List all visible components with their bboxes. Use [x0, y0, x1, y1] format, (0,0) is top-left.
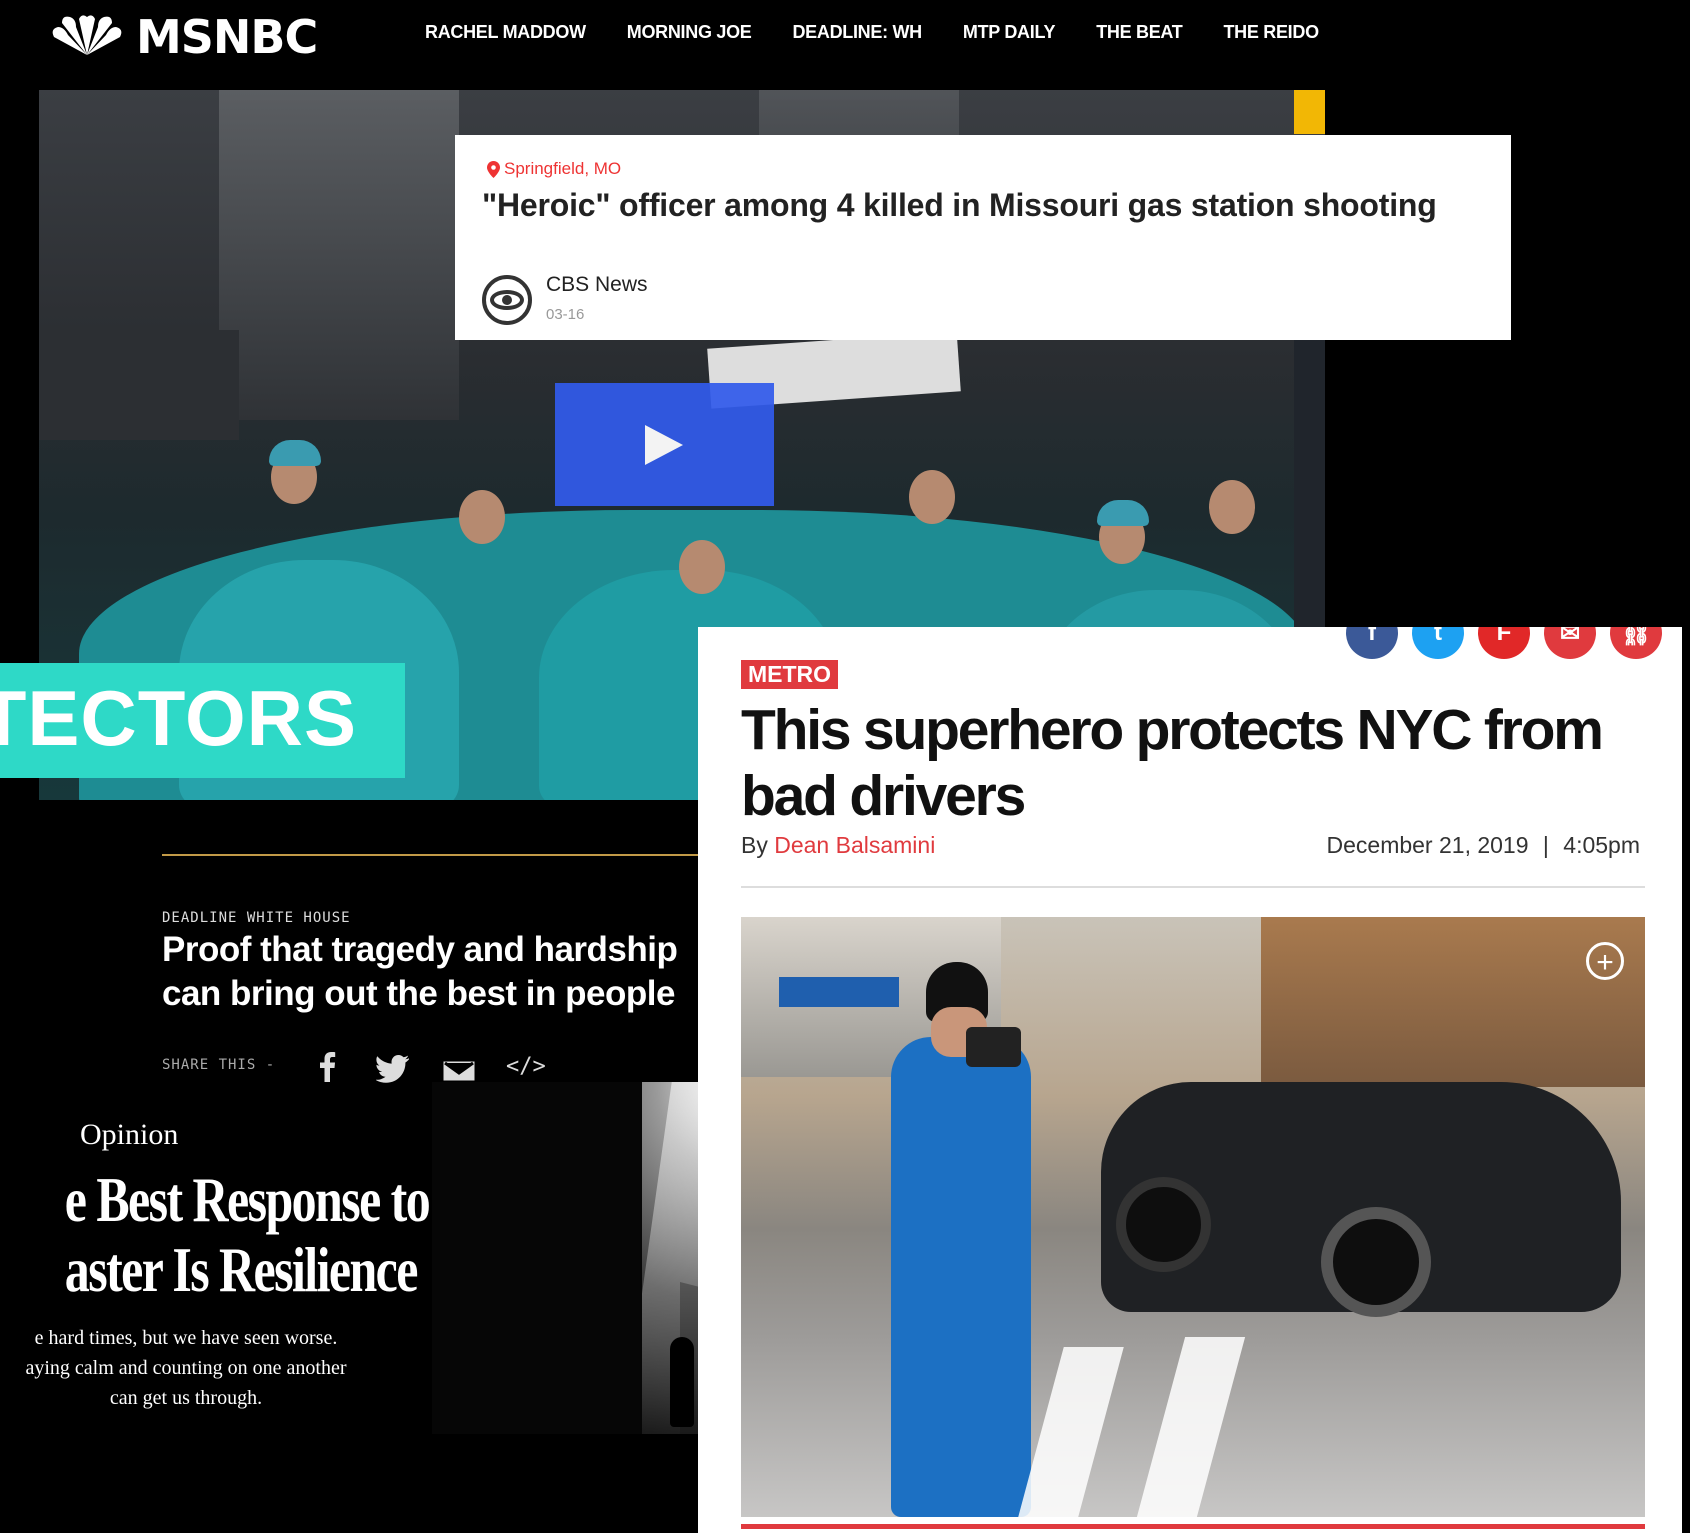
flipboard-icon[interactable]: F: [1478, 627, 1530, 659]
location-tag: Springfield, MO: [487, 159, 621, 179]
crosswalk-stripe: [1136, 1337, 1246, 1517]
front-wheel: [1116, 1177, 1211, 1272]
location-text: Springfield, MO: [504, 159, 622, 178]
email-icon[interactable]: ✉: [1544, 627, 1596, 659]
show-kicker[interactable]: DEADLINE WHITE HOUSE: [162, 910, 351, 926]
photo-underline: [741, 1524, 1645, 1529]
summary-line3: can get us through.: [109, 1387, 263, 1409]
scrub-cap: [269, 440, 321, 466]
source-name: CBS News: [546, 273, 648, 296]
person-head: [459, 490, 505, 544]
nav-the-reidout[interactable]: THE REIDO: [1223, 22, 1319, 43]
peacock-icon: [52, 15, 122, 56]
protectors-banner: OTECTORS: [0, 663, 405, 778]
store-sign: [779, 977, 899, 1007]
byline-divider: [741, 886, 1645, 888]
source-date: 03-16: [546, 306, 585, 323]
cbs-headline[interactable]: "Heroic" officer among 4 killed in Misso…: [482, 187, 1437, 224]
facebook-icon[interactable]: f: [1346, 627, 1398, 659]
runner-silhouette: [670, 1337, 694, 1427]
nav-the-beat[interactable]: THE BEAT: [1096, 22, 1183, 43]
nav-deadline-wh[interactable]: DEADLINE: WH: [792, 22, 922, 43]
author-link[interactable]: Dean Balsamini: [774, 832, 935, 858]
cbs-eye-icon: [482, 275, 532, 325]
nav-rachel-maddow[interactable]: RACHEL MADDOW: [425, 22, 586, 43]
twitter-icon[interactable]: t: [1412, 627, 1464, 659]
person-head: [679, 540, 725, 594]
msnbc-wordmark: MSNBC: [136, 10, 318, 64]
email-icon[interactable]: [442, 1060, 476, 1082]
msnbc-logo[interactable]: MSNBC: [48, 10, 318, 64]
rear-wheel: [1321, 1207, 1431, 1317]
bookshelf-strip: [1294, 340, 1325, 640]
opinion-headline-line2: aster Is Resilience: [64, 1234, 419, 1305]
nav-morning-joe[interactable]: MORNING JOE: [627, 22, 752, 43]
expand-icon[interactable]: +: [1586, 942, 1624, 980]
nypost-article-card: f t F ✉ ⛓ METRO This superhero protects …: [698, 627, 1682, 1533]
publish-date: December 21, 2019 | 4:05pm: [1327, 832, 1641, 859]
video-play-button[interactable]: [555, 383, 774, 506]
date-text: December 21, 2019: [1326, 832, 1529, 858]
social-share-bar: f t F ✉ ⛓: [1346, 627, 1662, 659]
article-headline[interactable]: Proof that tragedy and hardship can brin…: [162, 928, 692, 1016]
nav-mtp-daily[interactable]: MTP DAILY: [963, 22, 1056, 43]
scrub-cap: [1097, 500, 1149, 526]
crosswalk-stripe: [1018, 1347, 1124, 1517]
play-icon: [645, 425, 683, 465]
time-text: 4:05pm: [1563, 832, 1640, 858]
person-head: [909, 470, 955, 524]
summary-line2: aying calm and counting on one another: [25, 1357, 347, 1379]
man-in-blue-jacket: [891, 1037, 1031, 1517]
cbs-news-card[interactable]: Springfield, MO "Heroic" officer among 4…: [455, 135, 1511, 340]
byline-prefix: By: [741, 832, 768, 858]
person-head: [1209, 480, 1255, 534]
camera: [966, 1027, 1021, 1067]
dark-wall: [432, 1082, 642, 1434]
section-divider: [162, 854, 699, 856]
section-tag[interactable]: METRO: [741, 660, 839, 689]
building-left: [219, 90, 459, 420]
byline: By Dean Balsamini: [741, 832, 935, 859]
embed-icon[interactable]: </>: [506, 1054, 546, 1079]
map-pin-icon: [487, 160, 500, 178]
msnbc-nav: RACHEL MADDOW MORNING JOE DEADLINE: WH M…: [425, 22, 1325, 43]
summary-line1: e hard times, but we have seen worse.: [34, 1327, 338, 1349]
date-separator: |: [1542, 832, 1549, 858]
yellow-tab: [1294, 90, 1325, 134]
banner-text: OTECTORS: [0, 674, 357, 762]
facebook-icon[interactable]: [318, 1050, 336, 1082]
twitter-icon[interactable]: [376, 1055, 410, 1083]
opinion-label[interactable]: Opinion: [80, 1118, 178, 1152]
post-headline[interactable]: This superhero protects NYC from bad dri…: [741, 697, 1641, 829]
brick-buildings: [1261, 917, 1645, 1087]
link-icon[interactable]: ⛓: [1610, 627, 1662, 659]
opinion-headline[interactable]: e Best Response to aster Is Resilience: [0, 1164, 431, 1315]
opinion-headline-line1: e Best Response to: [64, 1164, 431, 1235]
vehicle-shape: [39, 330, 239, 440]
article-photo[interactable]: +: [741, 917, 1645, 1517]
share-label: SHARE THIS -: [162, 1057, 276, 1073]
opinion-summary: e hard times, but we have seen worse. ay…: [0, 1323, 372, 1413]
